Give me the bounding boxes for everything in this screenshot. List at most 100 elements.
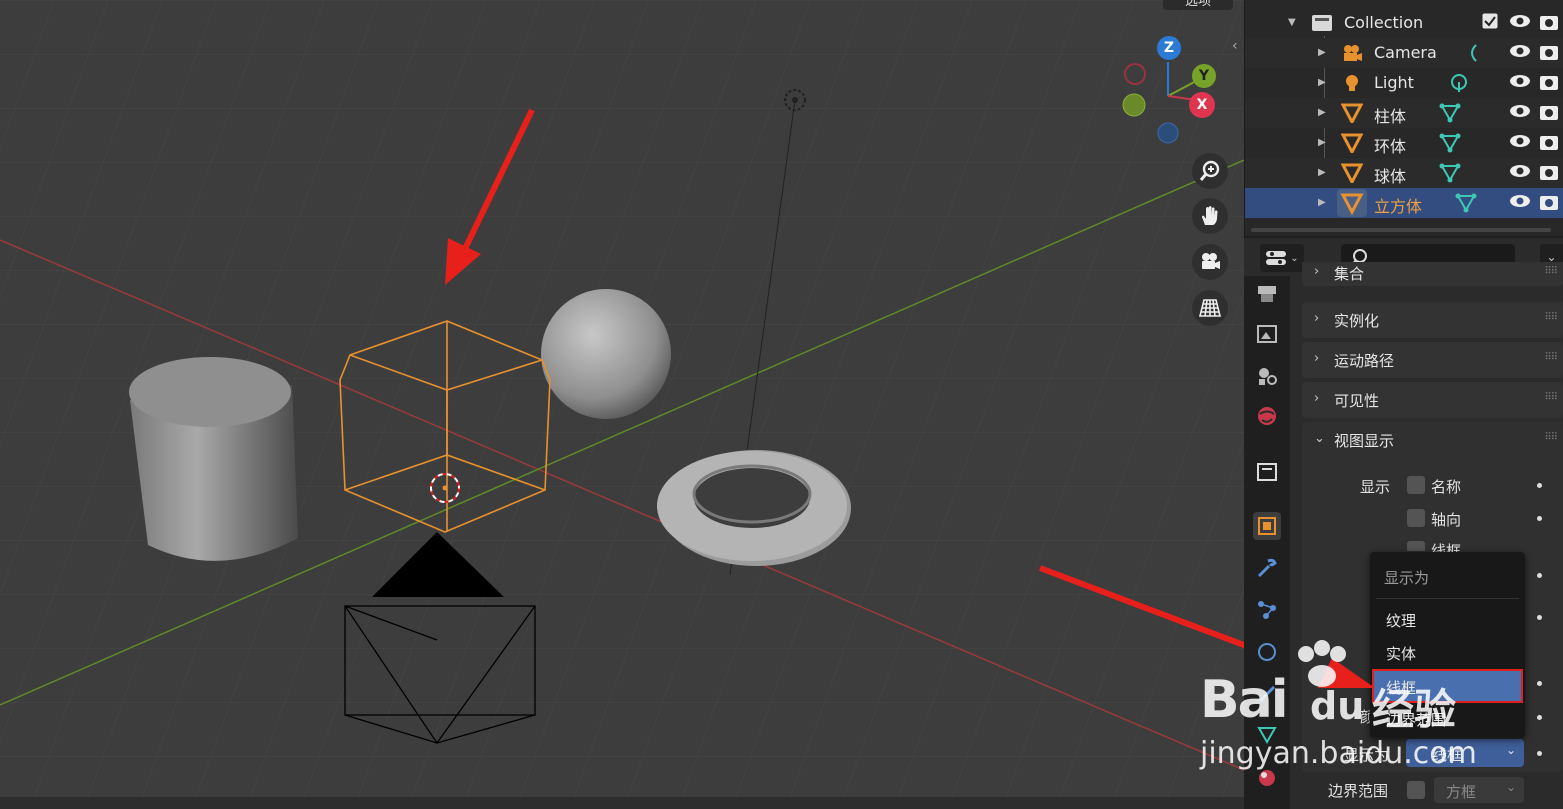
keyframe-dot[interactable] (1537, 681, 1542, 686)
eye-icon[interactable] (1509, 13, 1531, 33)
keyframe-dot[interactable] (1537, 483, 1542, 488)
mesh-data-icon[interactable] (1439, 133, 1461, 157)
eye-icon[interactable] (1509, 133, 1531, 153)
checkbox-icon[interactable] (1482, 13, 1498, 33)
editor-type-button[interactable]: ⌄ (1260, 244, 1304, 272)
name-checkbox[interactable] (1407, 476, 1425, 494)
keyframe-dot[interactable] (1537, 573, 1542, 578)
3d-viewport[interactable]: 选项 ‹ Z Y X (0, 0, 1244, 809)
drag-grip-icon[interactable]: ⠿⠿ (1544, 352, 1558, 363)
object-tab-icon[interactable] (1253, 512, 1281, 540)
gizmo-z-axis[interactable]: Z (1157, 36, 1181, 60)
mesh-data-icon[interactable] (1439, 163, 1461, 187)
light-data-icon[interactable] (1449, 73, 1469, 97)
mesh-data-icon[interactable] (1439, 103, 1461, 127)
panel-motion-paths[interactable]: › 运动路径 ⠿⠿ (1302, 342, 1563, 378)
outliner-label: Collection (1344, 13, 1424, 32)
mesh-object-icon (1340, 103, 1364, 127)
outliner-row-cylinder[interactable]: ▶ 柱体 (1245, 98, 1563, 128)
collection-icon (1311, 13, 1333, 37)
cylinder-object[interactable] (129, 357, 298, 561)
render-tab-icon[interactable] (1253, 280, 1281, 308)
render-camera-icon[interactable] (1539, 73, 1559, 95)
outliner-label: 环体 (1374, 137, 1407, 156)
modifier-tab-icon[interactable] (1253, 554, 1281, 582)
panel-instancing[interactable]: › 实例化 ⠿⠿ (1302, 302, 1563, 338)
render-camera-icon[interactable] (1539, 163, 1559, 185)
particles-tab-icon[interactable] (1253, 596, 1281, 624)
outliner-row-collection[interactable]: ▼ Collection (1245, 8, 1563, 38)
camera-view-button[interactable] (1192, 244, 1228, 280)
expand-triangle-icon[interactable]: ▶ (1318, 167, 1326, 178)
drag-grip-icon[interactable]: ⠿⠿ (1544, 312, 1558, 323)
outliner-scrollbar[interactable] (1251, 228, 1551, 232)
hand-icon (1202, 206, 1218, 225)
expand-triangle-icon[interactable]: ▶ (1318, 47, 1326, 58)
sidebar-toggle-icon[interactable]: ‹ (1232, 38, 1238, 54)
show-label: 显示 (1360, 478, 1391, 496)
drag-grip-icon[interactable]: ⠿⠿ (1544, 392, 1558, 403)
menu-item-textured[interactable]: 纹理 (1374, 604, 1521, 634)
axis-checkbox[interactable] (1407, 509, 1425, 527)
expand-triangle-icon[interactable]: ▶ (1318, 107, 1326, 118)
eye-icon[interactable] (1509, 73, 1531, 93)
perspective-toggle-button[interactable] (1192, 290, 1228, 326)
gizmo-x-axis[interactable]: X (1189, 92, 1215, 118)
mesh-object-icon (1340, 163, 1364, 187)
outliner-row-light[interactable]: ▶ Light (1245, 68, 1563, 98)
mesh-data-icon[interactable] (1455, 193, 1477, 217)
outliner-row-sphere[interactable]: ▶ 球体 (1245, 158, 1563, 188)
outliner-label: 柱体 (1374, 107, 1407, 126)
keyframe-dot[interactable] (1537, 715, 1542, 720)
wireframe-checkbox[interactable] (1407, 541, 1425, 551)
render-camera-icon[interactable] (1539, 43, 1559, 65)
drag-grip-icon[interactable]: ⠿⠿ (1544, 432, 1558, 443)
render-camera-icon[interactable] (1539, 13, 1559, 35)
outliner-row-camera[interactable]: ▶ Camera (1245, 38, 1563, 68)
outliner-label: Light (1374, 73, 1414, 92)
scene-tab-icon[interactable] (1253, 362, 1281, 390)
wireframe-label: 线框 (1431, 542, 1462, 552)
eye-icon[interactable] (1509, 103, 1531, 123)
paw-icon (1298, 640, 1346, 687)
chevron-down-icon: ⌄ (1314, 431, 1325, 446)
drag-grip-icon[interactable]: ⠿⠿ (1544, 266, 1558, 277)
chevron-down-icon: ⌄ (1505, 780, 1516, 794)
expand-triangle-icon[interactable]: ▶ (1318, 77, 1326, 88)
eye-icon[interactable] (1509, 163, 1531, 183)
chevron-right-icon: › (1314, 311, 1320, 326)
outliner-label: Camera (1374, 43, 1437, 62)
camera-data-icon[interactable] (1466, 43, 1478, 67)
eye-icon[interactable] (1509, 43, 1531, 63)
render-camera-icon[interactable] (1539, 133, 1559, 155)
output-tab-icon[interactable] (1253, 320, 1281, 348)
keyframe-dot[interactable] (1537, 516, 1542, 521)
sphere-object[interactable] (541, 289, 671, 419)
baidu-watermark: Bai du 经验 jingyan.baidu.com (1200, 640, 1500, 790)
expand-triangle-icon[interactable]: ▶ (1318, 137, 1326, 148)
collection-tab-icon[interactable] (1253, 458, 1281, 486)
gizmo-y-axis[interactable]: Y (1192, 64, 1216, 88)
outliner-panel[interactable]: ▼ Collection ▶ Camera ▶ Light ▶ 柱体 ▶ 环体 (1244, 0, 1563, 236)
chevron-down-icon: ⌄ (1505, 743, 1516, 757)
outliner-label: 立方体 (1374, 197, 1423, 216)
chevron-right-icon: › (1314, 264, 1320, 279)
render-camera-icon[interactable] (1539, 103, 1559, 125)
zoom-button[interactable] (1192, 153, 1228, 189)
expand-triangle-icon[interactable]: ▶ (1318, 197, 1326, 208)
expand-triangle-icon[interactable]: ▼ (1288, 17, 1296, 28)
outliner-label: 球体 (1374, 167, 1407, 186)
options-button[interactable]: 选项 (1163, 0, 1233, 10)
outliner-row-torus[interactable]: ▶ 环体 (1245, 128, 1563, 158)
eye-icon[interactable] (1509, 193, 1531, 213)
keyframe-dot[interactable] (1537, 751, 1542, 756)
world-tab-icon[interactable] (1253, 402, 1281, 430)
render-camera-icon[interactable] (1539, 193, 1559, 215)
properties-editor-icon (1266, 251, 1287, 265)
chevron-right-icon: › (1314, 391, 1320, 406)
keyframe-dot[interactable] (1537, 615, 1542, 620)
panel-collections[interactable]: › 集合 ⠿⠿ (1302, 262, 1563, 286)
panel-visibility[interactable]: › 可见性 ⠿⠿ (1302, 382, 1563, 418)
pan-button[interactable] (1192, 198, 1228, 234)
outliner-row-cube[interactable]: ▶ 立方体 (1245, 188, 1563, 218)
